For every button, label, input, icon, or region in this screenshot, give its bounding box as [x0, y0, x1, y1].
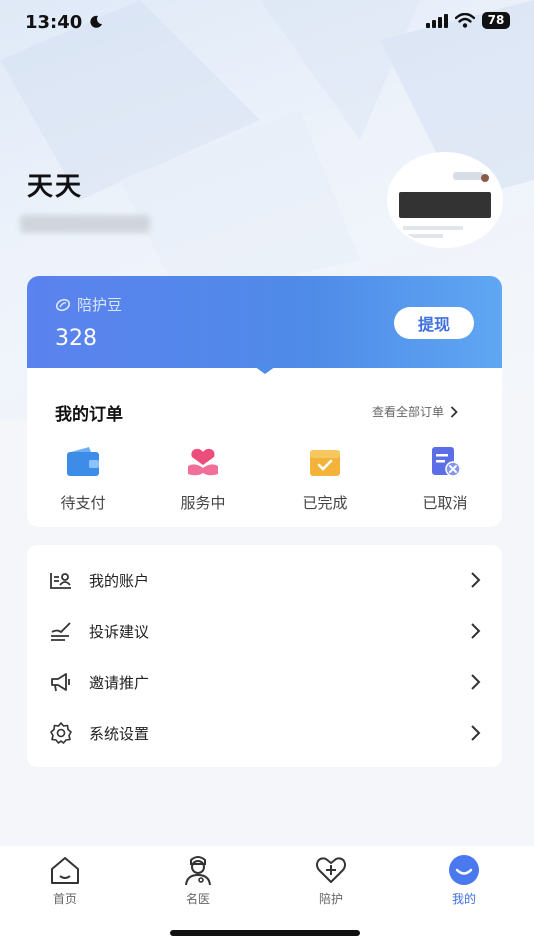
menu-item-my-account[interactable]: 我的账户 [27, 555, 502, 606]
menu-label: 系统设置 [89, 725, 150, 743]
view-all-text: 查看全部订单 [372, 405, 445, 419]
order-in-service[interactable]: 服务中 [163, 446, 243, 513]
order-label: 待支付 [60, 494, 106, 512]
order-cancelled[interactable]: 已取消 [405, 446, 485, 513]
time-text: 13:40 [25, 12, 83, 33]
avatar-detail [403, 226, 463, 230]
menu-item-settings[interactable]: 系统设置 [27, 708, 502, 759]
user-name: 天天 [27, 172, 84, 202]
wallet-icon [67, 447, 99, 476]
balance-panel: 陪护豆 328 提现 [27, 276, 502, 368]
order-completed[interactable]: 已完成 [285, 446, 365, 513]
chevron-right-icon [471, 623, 481, 639]
menu-item-feedback[interactable]: 投诉建议 [27, 606, 502, 657]
account-icon [50, 573, 71, 589]
avatar-detail [399, 192, 491, 218]
hands-heart-icon [188, 448, 218, 476]
doc-cancel-icon [432, 447, 461, 477]
settings-menu: 我的账户 投诉建议 邀请推广 系统设置 [27, 545, 502, 767]
chevron-right-icon [471, 674, 481, 690]
moon-icon [90, 15, 102, 28]
balance-notch [251, 364, 279, 374]
bean-label-text: 陪护豆 [77, 296, 123, 314]
status-icons: 78 [426, 12, 510, 29]
tab-care[interactable]: 陪护 [296, 854, 366, 907]
feedback-icon [51, 622, 71, 641]
tab-label: 我的 [451, 892, 476, 906]
menu-label: 投诉建议 [89, 623, 150, 641]
orders-title: 我的订单 [55, 405, 123, 425]
tab-label: 陪护 [318, 892, 343, 906]
box-check-icon [310, 450, 340, 476]
bean-icon [55, 298, 71, 311]
megaphone-icon [51, 673, 70, 692]
battery-icon: 78 [482, 12, 510, 29]
avatar-detail [481, 174, 489, 182]
menu-label: 我的账户 [89, 572, 150, 590]
order-label: 服务中 [180, 494, 226, 512]
order-label: 已完成 [302, 494, 348, 512]
bean-value: 328 [55, 326, 97, 351]
home-icon [51, 857, 79, 884]
smile-icon [449, 855, 479, 885]
status-time: 13:40 [25, 12, 103, 33]
tab-me[interactable]: 我的 [429, 854, 499, 907]
tab-label: 名医 [185, 892, 210, 906]
doctor-icon [185, 856, 211, 886]
tab-doctors[interactable]: 名医 [163, 854, 233, 907]
gear-icon [50, 722, 72, 744]
avatar[interactable] [389, 154, 501, 246]
chevron-right-icon [471, 725, 481, 741]
avatar-detail [453, 172, 483, 180]
avatar-detail [403, 234, 443, 238]
menu-label: 邀请推广 [89, 674, 150, 692]
tab-home[interactable]: 首页 [30, 854, 100, 907]
order-label: 已取消 [422, 494, 468, 512]
heart-plus-icon [316, 857, 346, 883]
wallet-orders-card: 陪护豆 328 提现 我的订单 查看全部订单 待支付 服务中 已完成 已取消 [27, 276, 502, 527]
signal-icon [426, 13, 448, 28]
home-indicator [170, 930, 360, 936]
wifi-icon [455, 13, 475, 28]
bean-label: 陪护豆 [55, 294, 122, 315]
menu-item-invite[interactable]: 邀请推广 [27, 657, 502, 708]
tab-label: 首页 [52, 892, 77, 906]
chevron-right-icon [471, 572, 481, 588]
view-all-orders-link[interactable]: 查看全部订单 [372, 403, 458, 420]
withdraw-button[interactable]: 提现 [394, 307, 474, 339]
user-id-blurred [20, 215, 150, 233]
chevron-right-icon [450, 405, 458, 418]
status-bar: 13:40 78 [0, 0, 534, 46]
order-pending-payment[interactable]: 待支付 [43, 446, 123, 513]
